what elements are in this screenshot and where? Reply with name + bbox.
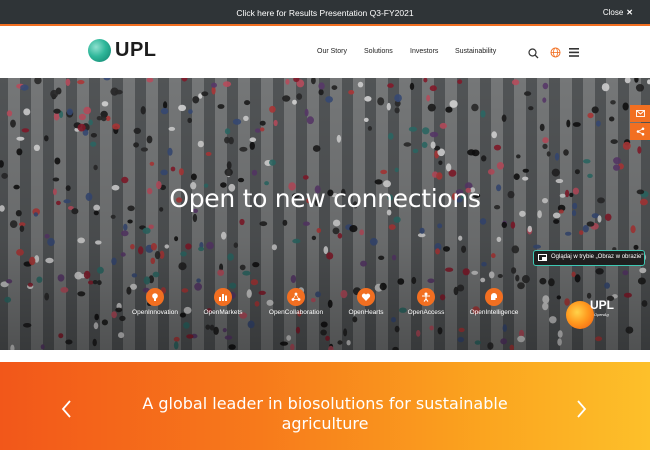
tagline-banner: A global leader in biosolutions for sust… (0, 362, 650, 450)
banner-tagline: A global leader in biosolutions for sust… (142, 394, 508, 433)
globe-icon[interactable] (550, 47, 561, 58)
hero-title: Open to new connections (169, 184, 481, 213)
person-icon (417, 288, 435, 306)
close-label: Close (602, 8, 624, 17)
feature-open-markets[interactable]: OpenMarkets (183, 288, 263, 316)
announcement-bar: Click here for Results Presentation Q3-F… (0, 0, 650, 26)
upl-logo[interactable]: UPL (88, 38, 158, 64)
upl-openag-logo: UPL OpenAg (566, 296, 626, 330)
nav-solutions[interactable]: Solutions (364, 48, 393, 55)
heart-icon (357, 288, 375, 306)
brain-icon (485, 288, 503, 306)
lightbulb-icon (146, 288, 164, 306)
feature-label: OpenCollaboration (268, 309, 324, 316)
menu-icon[interactable] (569, 48, 579, 57)
prev-arrow-icon[interactable] (57, 398, 77, 420)
site-header: UPL Our Story Solutions Investors Sustai… (0, 28, 650, 76)
feature-label: OpenMarkets (203, 309, 243, 316)
section-divider (0, 350, 650, 362)
close-icon: ✕ (626, 8, 633, 17)
bar-chart-icon (214, 288, 232, 306)
nav-sustainability[interactable]: Sustainability (455, 48, 496, 55)
picture-in-picture-button[interactable]: Oglądaj w trybie „Obraz w obrazie" (533, 250, 645, 266)
logo-mark-icon (88, 39, 111, 62)
mail-icon (635, 110, 645, 117)
logo-text: UPL (115, 39, 157, 61)
side-email-tab[interactable] (630, 105, 650, 122)
feature-open-intelligence[interactable]: OpenIntelligence (454, 288, 534, 316)
share-icon (636, 127, 644, 136)
network-icon (287, 288, 305, 306)
search-icon[interactable] (528, 48, 539, 59)
pip-icon (538, 254, 547, 261)
close-announcement-button[interactable]: Close ✕ (603, 8, 633, 17)
side-share-tab[interactable] (630, 123, 650, 140)
brand-logo-text: UPL (590, 298, 614, 312)
hero-section: Open to new connections OpenInnovation O… (0, 78, 650, 350)
nav-our-story[interactable]: Our Story (317, 48, 347, 55)
next-arrow-icon[interactable] (571, 398, 591, 420)
nav-investors[interactable]: Investors (410, 48, 438, 55)
results-presentation-link[interactable]: Click here for Results Presentation Q3-F… (0, 8, 650, 18)
brand-logo-sub: OpenAg (594, 312, 609, 317)
feature-label: OpenIntelligence (469, 309, 519, 316)
feature-open-collaboration[interactable]: OpenCollaboration (256, 288, 336, 316)
pip-label: Oglądaj w trybie „Obraz w obrazie" (551, 254, 644, 260)
